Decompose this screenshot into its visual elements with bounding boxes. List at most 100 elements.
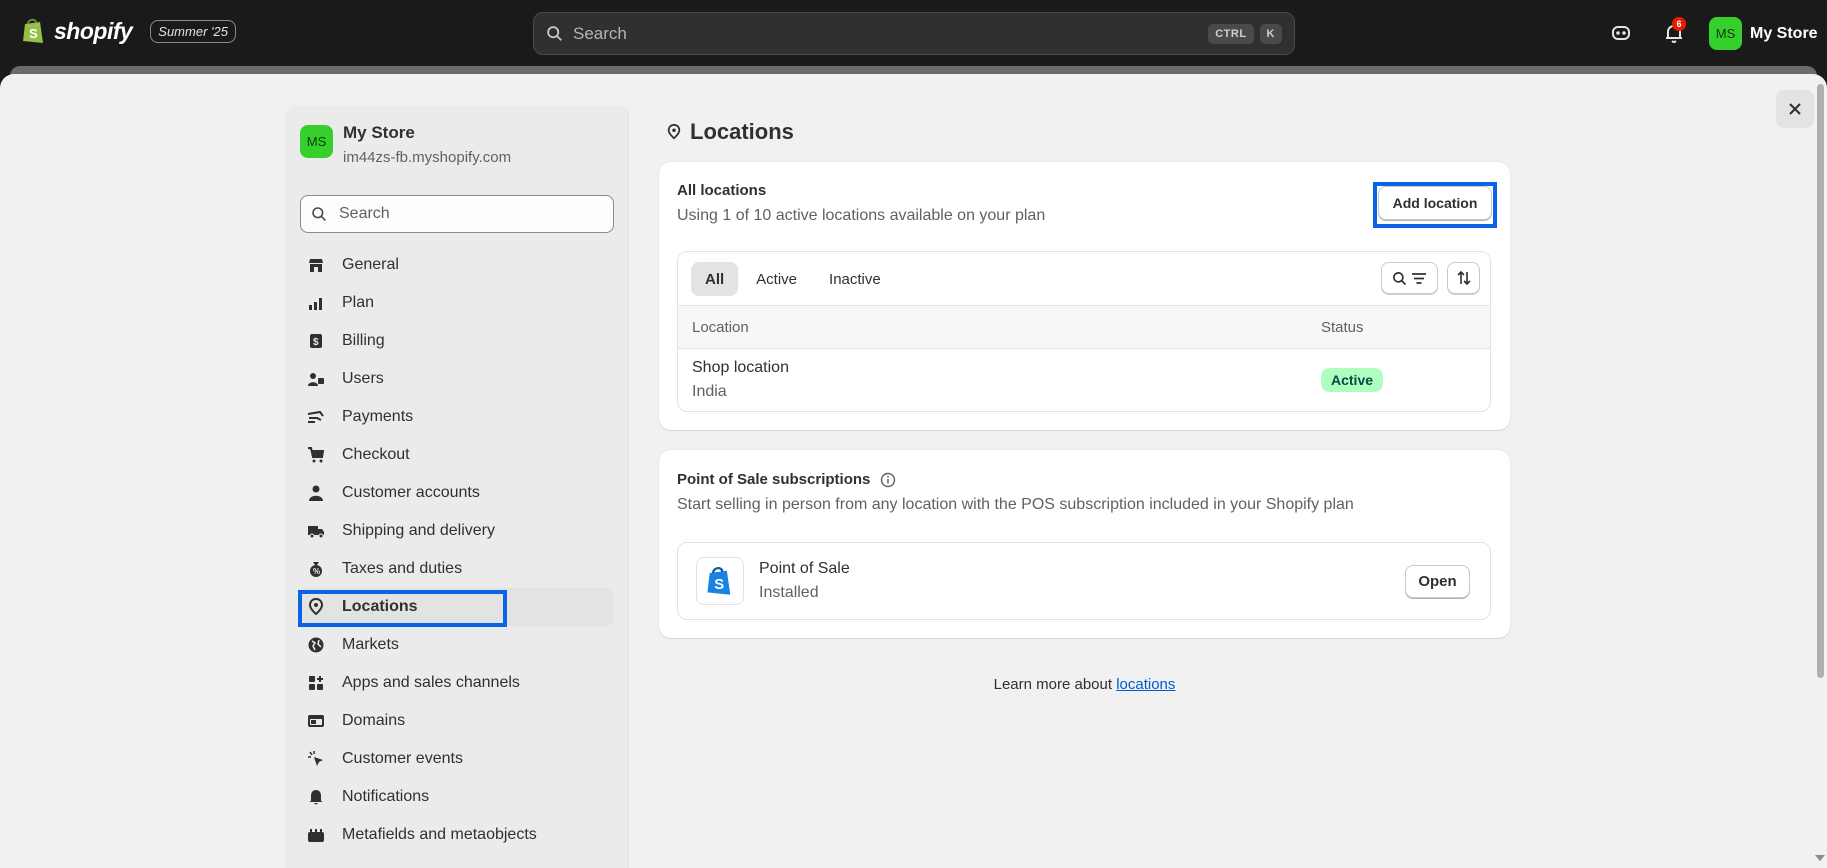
edition-badge[interactable]: Summer '25 bbox=[150, 19, 236, 43]
column-header-location: Location bbox=[692, 319, 749, 336]
tab-inactive[interactable]: Inactive bbox=[815, 262, 895, 296]
receipt-icon: $ bbox=[306, 331, 326, 351]
search-icon bbox=[547, 26, 562, 41]
metafields-icon bbox=[306, 825, 326, 845]
svg-text:S: S bbox=[29, 26, 38, 41]
sidebar-item-label: Users bbox=[342, 370, 384, 387]
all-locations-heading: All locations bbox=[677, 182, 767, 199]
payments-icon bbox=[306, 407, 326, 427]
search-icon bbox=[312, 207, 326, 221]
cart-icon bbox=[306, 445, 326, 465]
sidebar-item-label: Taxes and duties bbox=[342, 560, 463, 577]
global-search-input[interactable]: Search CTRL K bbox=[533, 12, 1295, 55]
status-badge: Active bbox=[1321, 368, 1384, 392]
locations-help-link[interactable]: locations bbox=[1116, 676, 1175, 693]
shopify-pos-icon: S bbox=[696, 557, 744, 605]
apps-icon bbox=[306, 673, 326, 693]
sidebar-item-label: Markets bbox=[342, 636, 399, 653]
location-country: India bbox=[692, 383, 727, 400]
sort-arrows-icon bbox=[1456, 270, 1471, 286]
sidebar-item-shipping[interactable]: Shipping and delivery bbox=[300, 512, 614, 550]
search-filter-button[interactable] bbox=[1381, 262, 1438, 294]
sidebar-item-customer-events[interactable]: Customer events bbox=[300, 740, 614, 778]
settings-search-placeholder: Search bbox=[339, 205, 390, 222]
shortcut-key-k: K bbox=[1259, 23, 1282, 44]
sidebar-item-label: Payments bbox=[342, 408, 414, 425]
scrollbar-thumb[interactable] bbox=[1817, 84, 1824, 678]
sidebar-item-label: Billing bbox=[342, 332, 385, 349]
user-avatar: MS bbox=[1709, 17, 1742, 50]
sidebar-item-label: General bbox=[342, 256, 399, 273]
pos-heading: Point of Sale subscriptions bbox=[677, 471, 871, 488]
sidebar-item-apps[interactable]: Apps and sales channels bbox=[300, 664, 614, 702]
shopify-bag-icon: S bbox=[23, 18, 43, 43]
sidebar-item-label: Checkout bbox=[342, 446, 410, 463]
notification-count-badge: 6 bbox=[1672, 17, 1686, 31]
sidebar-item-label: Notifications bbox=[342, 788, 430, 805]
table-header: Location Status bbox=[678, 305, 1490, 349]
globe-icon bbox=[306, 635, 326, 655]
pos-app-status: Installed bbox=[759, 584, 819, 601]
sidebar-item-markets[interactable]: Markets bbox=[300, 626, 614, 664]
bell-icon bbox=[306, 787, 326, 807]
sidebar-item-label: Customer events bbox=[342, 750, 463, 767]
tab-all[interactable]: All bbox=[691, 262, 739, 296]
store-avatar: MS bbox=[300, 125, 333, 158]
all-locations-subtitle: Using 1 of 10 active locations available… bbox=[677, 207, 1046, 224]
scroll-down-arrow[interactable] bbox=[1815, 855, 1825, 861]
close-settings-button[interactable] bbox=[1776, 90, 1814, 128]
sidebar-item-label: Domains bbox=[342, 712, 406, 729]
sidebar-item-label: Apps and sales channels bbox=[342, 674, 520, 691]
locations-highlight-box bbox=[298, 590, 507, 627]
info-icon[interactable] bbox=[880, 472, 896, 488]
top-bar: S shopify Summer '25 Search CTRL K 6 MS … bbox=[0, 0, 1827, 66]
global-search-placeholder: Search bbox=[573, 23, 627, 43]
tax-bag-icon: % bbox=[306, 559, 326, 579]
users-icon bbox=[306, 369, 326, 389]
tab-active[interactable]: Active bbox=[742, 262, 811, 296]
location-name: Shop location bbox=[692, 359, 789, 376]
sidebar-item-customer-accounts[interactable]: Customer accounts bbox=[300, 474, 614, 512]
sidebar-item-checkout[interactable]: Checkout bbox=[300, 436, 614, 474]
sidebar-item-taxes[interactable]: % Taxes and duties bbox=[300, 550, 614, 588]
user-menu[interactable]: MS My Store bbox=[1709, 17, 1818, 50]
settings-sidebar: MS My Store im44zs-fb.myshopify.com Sear… bbox=[285, 105, 629, 868]
sort-button[interactable] bbox=[1447, 262, 1480, 294]
learn-more-text: Learn more about locations bbox=[659, 676, 1510, 693]
cursor-click-icon bbox=[306, 749, 326, 769]
shopify-logo[interactable]: S shopify Summer '25 bbox=[22, 17, 236, 45]
store-url: im44zs-fb.myshopify.com bbox=[343, 149, 512, 166]
sidebar-item-users[interactable]: Users bbox=[300, 360, 614, 398]
sidebar-item-general[interactable]: General bbox=[300, 246, 614, 284]
sidebar-item-label: Customer accounts bbox=[342, 484, 480, 501]
pos-heading-row: Point of Sale subscriptions bbox=[677, 471, 896, 488]
pos-app-name: Point of Sale bbox=[759, 560, 850, 577]
page-title: Locations bbox=[666, 119, 794, 145]
sidebar-item-metafields[interactable]: Metafields and metaobjects bbox=[300, 816, 614, 854]
table-row[interactable]: Shop location India Active bbox=[678, 349, 1490, 411]
sidebar-item-billing[interactable]: $ Billing bbox=[300, 322, 614, 360]
sidebar-item-label: Plan bbox=[342, 294, 375, 311]
store-info: MS My Store im44zs-fb.myshopify.com bbox=[300, 123, 511, 166]
learn-more-prefix: Learn more about bbox=[993, 676, 1117, 693]
sidekick-icon[interactable] bbox=[1608, 20, 1634, 46]
sidebar-item-label: Shipping and delivery bbox=[342, 522, 495, 539]
pos-subtitle: Start selling in person from any locatio… bbox=[677, 496, 1354, 513]
page-title-text: Locations bbox=[690, 119, 794, 144]
svg-text:%: % bbox=[313, 567, 320, 576]
svg-text:S: S bbox=[714, 577, 724, 593]
sidebar-item-notifications[interactable]: Notifications bbox=[300, 778, 614, 816]
brand-wordmark: shopify bbox=[54, 17, 133, 44]
svg-text:$: $ bbox=[313, 337, 319, 348]
open-pos-button[interactable]: Open bbox=[1405, 565, 1470, 598]
store-name: My Store bbox=[343, 123, 415, 142]
filter-icon bbox=[1412, 272, 1426, 284]
sidebar-item-plan[interactable]: Plan bbox=[300, 284, 614, 322]
location-pin-icon bbox=[667, 123, 681, 140]
sidebar-item-payments[interactable]: Payments bbox=[300, 398, 614, 436]
settings-nav: General Plan $ Billing Users Payments Ch… bbox=[300, 246, 614, 854]
location-filter-tabs: All Active Inactive bbox=[691, 262, 895, 296]
settings-search-input[interactable]: Search bbox=[300, 195, 614, 233]
sidebar-item-domains[interactable]: Domains bbox=[300, 702, 614, 740]
close-icon bbox=[1789, 103, 1801, 115]
